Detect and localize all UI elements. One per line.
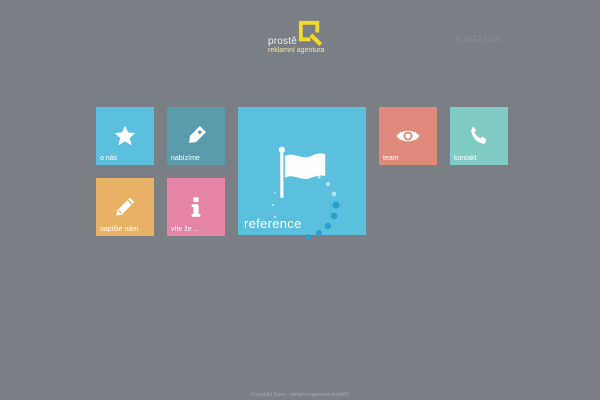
brand-word: prostě [268, 36, 297, 47]
brand-logo[interactable]: prostě reklamní agentura [266, 18, 346, 58]
flag-icon [278, 146, 326, 198]
eye-icon [396, 130, 420, 142]
tile-label: napište nám [100, 226, 139, 233]
tile-label: nabízíme [171, 155, 200, 162]
language-link[interactable]: ENGLISH [456, 34, 503, 44]
tile-label: víte že ... [171, 226, 200, 233]
pencil-icon [116, 197, 135, 216]
tile-label: o nás [100, 155, 118, 162]
star-icon [114, 125, 136, 146]
tile-o-nas[interactable]: o nás [96, 107, 154, 165]
q-square-logo-icon [298, 20, 323, 47]
tile-nabizime[interactable]: nabízíme [167, 107, 225, 165]
tile-kontakt[interactable]: kontakt [450, 107, 508, 165]
footer-copyright: Copyright Dave - reklamní agentura prost… [250, 392, 350, 398]
tile-label: team [383, 155, 399, 162]
phone-icon [471, 126, 487, 144]
tile-team[interactable]: team [379, 107, 437, 165]
brand-subtitle: reklamní agentura [268, 47, 325, 54]
tile-napiste-nam[interactable]: napište nám [96, 178, 154, 236]
tag-icon [189, 126, 206, 143]
tile-label: kontakt [454, 155, 477, 162]
info-icon [191, 197, 201, 217]
tile-label: reference [244, 216, 302, 231]
tile-reference[interactable]: reference [238, 107, 366, 240]
tile-vite-ze[interactable]: víte že ... [167, 178, 225, 236]
